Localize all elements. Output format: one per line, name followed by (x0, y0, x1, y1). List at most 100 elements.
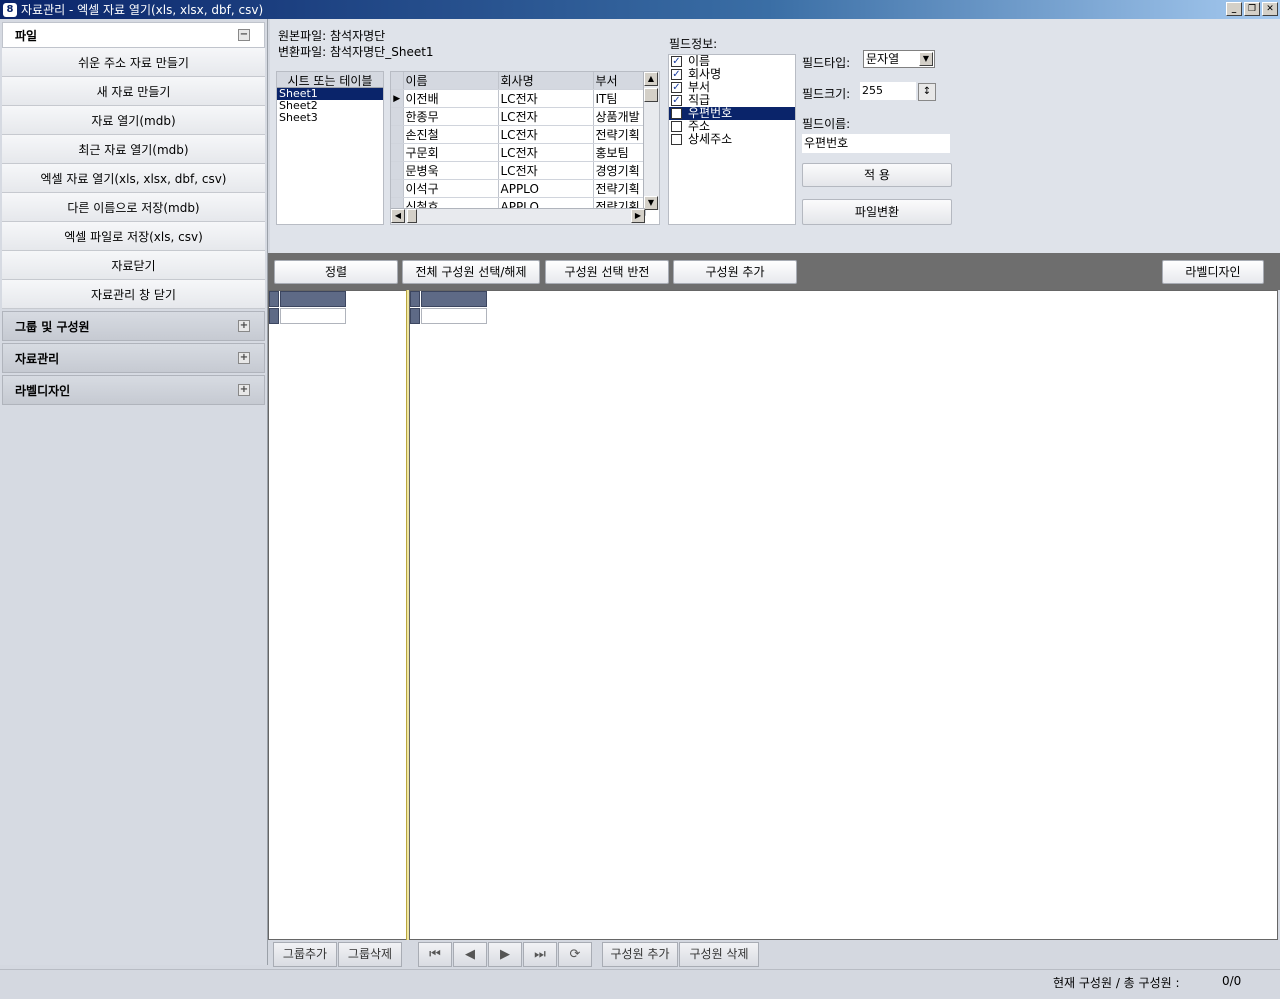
scroll-thumb[interactable] (644, 88, 658, 102)
checkbox-checked-icon[interactable]: ✓ (671, 82, 682, 93)
sheet-item[interactable]: Sheet3 (277, 112, 383, 124)
grid-cell[interactable]: LC전자 (498, 161, 594, 180)
checkbox-unchecked-icon[interactable] (671, 108, 682, 119)
menu-open-mdb[interactable]: 자료 열기(mdb) (2, 106, 265, 135)
grid-cell[interactable]: 손진철 (403, 125, 499, 144)
grid-cell[interactable]: LC전자 (498, 107, 594, 126)
group-cell[interactable] (280, 308, 346, 324)
collapse-icon[interactable]: − (238, 29, 250, 41)
grid-cell[interactable]: 전략기획 (593, 179, 646, 198)
table-row[interactable]: 한종무 LC전자 상품개발 (391, 107, 646, 126)
bottom-toolbar: 그룹추가 그룹삭제 ⏮ ◀ ▶ ⏭ ⟳ 구성원 추가 구성원 삭제 (268, 940, 1280, 969)
field-type-select[interactable]: 문자열 ▼ (863, 50, 935, 68)
field-item[interactable]: 상세주소 (669, 133, 795, 146)
grid-cell[interactable]: 이전배 (403, 89, 499, 108)
expand-icon[interactable]: + (238, 320, 250, 332)
menu-open-excel[interactable]: 엑셀 자료 열기(xls, xlsx, dbf, csv) (2, 164, 265, 193)
grid-cell[interactable]: 홍보팀 (593, 143, 646, 162)
invert-selection-button[interactable]: 구성원 선택 반전 (545, 260, 669, 284)
checkbox-unchecked-icon[interactable] (671, 121, 682, 132)
delete-member-button[interactable]: 구성원 삭제 (679, 942, 759, 967)
chevron-down-icon[interactable]: ▼ (919, 52, 933, 66)
menu-recent-mdb[interactable]: 최근 자료 열기(mdb) (2, 135, 265, 164)
grid-cell[interactable]: IT팀 (593, 89, 646, 108)
section-groups[interactable]: 그룹 및 구성원 + (2, 311, 265, 341)
menu-new-data[interactable]: 새 자료 만들기 (2, 77, 265, 106)
menu-easy-address[interactable]: 쉬운 주소 자료 만들기 (2, 48, 265, 77)
field-list[interactable]: ✓ 이름 ✓ 회사명 ✓ 부서 ✓ 직급 우편번호 주소 상세주소 (668, 54, 796, 225)
apply-button[interactable]: 적 용 (802, 163, 952, 187)
grid-cell[interactable]: 문병욱 (403, 161, 499, 180)
expand-icon[interactable]: + (238, 384, 250, 396)
row-header (269, 291, 279, 307)
menu-save-as-mdb[interactable]: 다른 이름으로 저장(mdb) (2, 193, 265, 222)
group-column-header[interactable] (280, 291, 346, 307)
select-all-button[interactable]: 전체 구성원 선택/해제 (402, 260, 540, 284)
grid-cell[interactable]: 구문회 (403, 143, 499, 162)
scroll-left-icon[interactable]: ◀ (391, 209, 405, 223)
column-header[interactable]: 부서 (593, 72, 646, 90)
section-data-management[interactable]: 자료관리 + (2, 343, 265, 373)
label-design-button[interactable]: 라벨디자인 (1162, 260, 1264, 284)
horizontal-scrollbar[interactable]: ◀ ▶ (391, 208, 645, 224)
import-panel: 원본파일: 참석자명단 변환파일: 참석자명단_Sheet1 시트 또는 테이블… (270, 19, 1280, 253)
grid-cell[interactable]: 이석구 (403, 179, 499, 198)
size-adjust-icon[interactable]: ↕ (918, 83, 936, 101)
field-name-label: 필드이름: (802, 117, 851, 131)
scroll-right-icon[interactable]: ▶ (631, 209, 645, 223)
menu-close-data[interactable]: 자료닫기 (2, 251, 265, 280)
scroll-down-icon[interactable]: ▼ (644, 196, 658, 210)
menu-save-excel[interactable]: 엑셀 파일로 저장(xls, csv) (2, 222, 265, 251)
section-label-design[interactable]: 라벨디자인 + (2, 375, 265, 405)
member-count-label: 현재 구성원 / 총 구성원 : (1053, 976, 1180, 990)
table-row[interactable]: 손진철 LC전자 전략기획 (391, 125, 646, 144)
member-cell[interactable] (421, 308, 487, 324)
column-header[interactable]: 회사명 (498, 72, 594, 90)
column-header[interactable]: 이름 (403, 72, 499, 90)
minimize-button[interactable]: _ (1226, 2, 1242, 16)
grid-cell[interactable]: LC전자 (498, 125, 594, 144)
add-member-button[interactable]: 구성원 추가 (673, 260, 797, 284)
menu-close-window[interactable]: 자료관리 창 닫기 (2, 280, 265, 309)
grid-cell[interactable]: 상품개발 (593, 107, 646, 126)
checkbox-checked-icon[interactable]: ✓ (671, 69, 682, 80)
last-record-icon[interactable]: ⏭ (523, 942, 557, 967)
section-file[interactable]: 파일 − (2, 22, 265, 48)
table-row[interactable]: 문병욱 LC전자 경영기획 (391, 161, 646, 180)
expand-icon[interactable]: + (238, 352, 250, 364)
scroll-up-icon[interactable]: ▲ (644, 72, 658, 86)
grid-cell[interactable]: LC전자 (498, 89, 594, 108)
vertical-scrollbar[interactable]: ▲ ▼ (643, 72, 659, 210)
previous-record-icon[interactable]: ◀ (453, 942, 487, 967)
sort-button[interactable]: 정렬 (274, 260, 398, 284)
checkbox-unchecked-icon[interactable] (671, 134, 682, 145)
refresh-icon[interactable]: ⟳ (558, 942, 592, 967)
add-member-bottom-button[interactable]: 구성원 추가 (602, 942, 678, 967)
next-record-icon[interactable]: ▶ (488, 942, 522, 967)
grid-cell[interactable]: APPLO (498, 179, 594, 198)
first-record-icon[interactable]: ⏮ (418, 942, 452, 967)
convert-file-button[interactable]: 파일변환 (802, 199, 952, 225)
preview-grid[interactable]: 이름 회사명 부서 ▶ 이전배 LC전자 IT팀 한종무 LC전자 상품개발 손… (390, 71, 660, 225)
checkbox-checked-icon[interactable]: ✓ (671, 56, 682, 67)
sheet-list[interactable]: 시트 또는 테이블 Sheet1 Sheet2 Sheet3 (276, 71, 384, 225)
grid-cell[interactable]: 한종무 (403, 107, 499, 126)
grid-cell[interactable]: 경영기획 (593, 161, 646, 180)
table-row[interactable]: 이석구 APPLO 전략기획 (391, 179, 646, 198)
grid-cell[interactable]: LC전자 (498, 143, 594, 162)
group-list-pane[interactable] (268, 290, 407, 940)
grid-cell[interactable]: 전략기획 (593, 125, 646, 144)
table-row[interactable]: 구문회 LC전자 홍보팀 (391, 143, 646, 162)
delete-group-button[interactable]: 그룹삭제 (338, 942, 402, 967)
checkbox-checked-icon[interactable]: ✓ (671, 95, 682, 106)
add-group-button[interactable]: 그룹추가 (273, 942, 337, 967)
table-row[interactable]: ▶ 이전배 LC전자 IT팀 (391, 89, 646, 108)
action-toolbar: 정렬 전체 구성원 선택/해제 구성원 선택 반전 구성원 추가 라벨디자인 (268, 253, 1280, 290)
member-column-header[interactable] (421, 291, 487, 307)
field-size-input[interactable]: 255 (860, 82, 916, 100)
field-name-input[interactable]: 우편번호 (802, 134, 950, 153)
member-list-pane[interactable] (409, 290, 1278, 940)
close-button[interactable]: ✕ (1262, 2, 1278, 16)
restore-button[interactable]: ❐ (1244, 2, 1260, 16)
scroll-thumb[interactable] (407, 209, 417, 223)
